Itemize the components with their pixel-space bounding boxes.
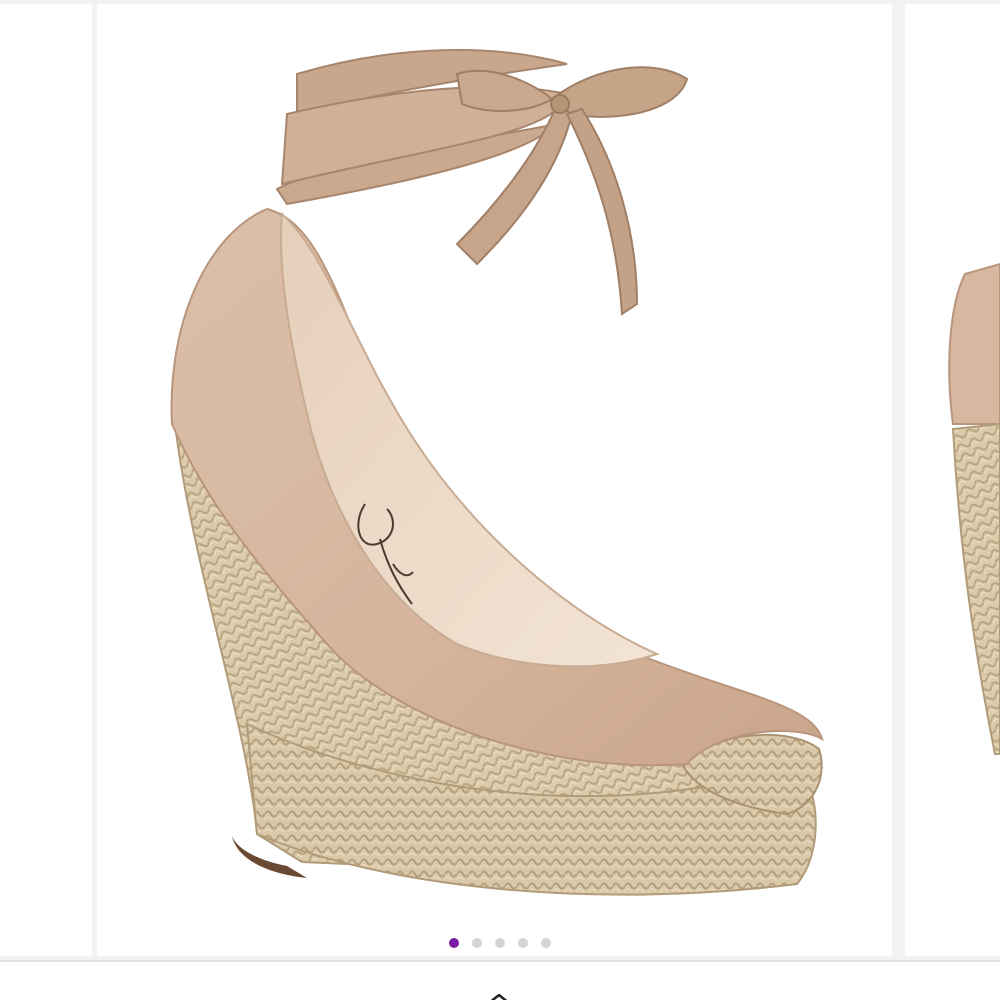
previous-slide-peek[interactable] (0, 4, 92, 956)
pagination-dot-2[interactable] (472, 938, 482, 948)
pagination-dot-4[interactable] (518, 938, 528, 948)
carousel-pagination[interactable] (0, 936, 1000, 950)
ribbon-bow (550, 66, 689, 118)
next-shoe-image-icon (948, 262, 1000, 755)
pagination-dot-3[interactable] (495, 938, 505, 948)
bottom-sheet-bar[interactable] (0, 962, 1000, 1000)
next-slide-peek[interactable] (905, 4, 1000, 956)
pagination-dot-1[interactable] (449, 938, 459, 948)
pagination-dot-5[interactable] (541, 938, 551, 948)
product-image-gallery[interactable] (0, 0, 1000, 960)
current-slide[interactable] (97, 4, 892, 956)
espadrille-wedge-pump-icon (170, 49, 824, 896)
product-image-screen (0, 0, 1000, 1000)
chevron-up-icon[interactable] (487, 994, 511, 1000)
